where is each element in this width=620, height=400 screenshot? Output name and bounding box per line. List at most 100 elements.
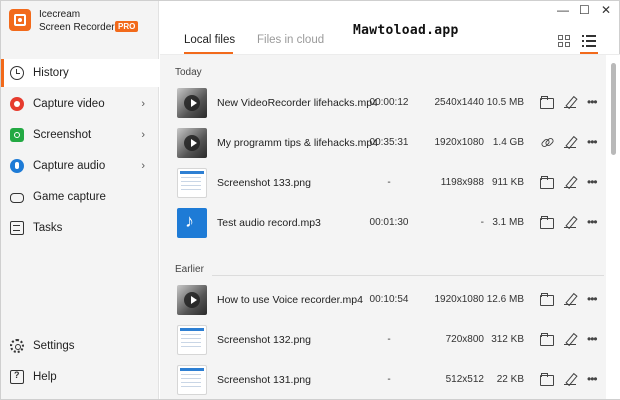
sidebar-item-help[interactable]: Help (1, 363, 159, 391)
edit-icon[interactable] (564, 293, 578, 305)
gear-icon (10, 339, 24, 353)
video-thumbnail (177, 285, 207, 315)
chevron-right-icon: › (141, 129, 145, 141)
more-options-icon[interactable]: ••• (587, 372, 601, 386)
sidebar-item-history[interactable]: History (1, 59, 159, 87)
sidebar-item-label: Game capture (33, 191, 106, 203)
sidebar-item-game-capture[interactable]: Game capture (1, 183, 159, 211)
folder-icon[interactable] (540, 96, 554, 109)
file-duration: - (387, 177, 391, 188)
edit-icon[interactable] (564, 96, 578, 108)
sidebar-item-label: Help (33, 371, 57, 383)
history-icon (10, 66, 24, 80)
file-duration: 00:35:31 (369, 137, 409, 148)
file-duration: 00:01:30 (369, 217, 409, 228)
file-name: New VideoRecorder lifehacks.mp4 (217, 97, 378, 109)
sidebar-item-label: Capture video (33, 98, 105, 110)
tab-files-in-cloud[interactable]: Files in cloud (257, 34, 324, 46)
watermark-text: Mawtoload.app (353, 23, 459, 38)
sidebar-item-label: Tasks (33, 222, 63, 234)
section-divider (212, 275, 604, 276)
edit-icon[interactable] (564, 333, 578, 345)
file-row[interactable]: Screenshot 131.png - 512x512 22 KB ••• (160, 361, 606, 399)
file-name: How to use Voice recorder.mp4 (217, 294, 363, 306)
file-list: Today New VideoRecorder lifehacks.mp4 00… (160, 55, 606, 399)
file-name: My programm tips & lifehacks.mp4 (217, 137, 379, 149)
sidebar-item-capture-video[interactable]: Capture video › (1, 90, 159, 118)
file-size: 22 KB (496, 374, 524, 385)
more-options-icon[interactable]: ••• (587, 175, 601, 189)
play-icon (191, 296, 197, 304)
sidebar: Icecream Screen Recorder PRO History Cap… (1, 1, 159, 399)
file-resolution: 2540x1440 (434, 97, 485, 108)
more-options-icon[interactable]: ••• (587, 95, 601, 109)
file-resolution: 720x800 (445, 334, 484, 345)
sidebar-item-label: History (33, 67, 69, 79)
brand-line2: Screen Recorder (39, 22, 115, 33)
edit-icon[interactable] (564, 216, 578, 228)
chevron-right-icon: › (141, 98, 145, 110)
video-thumbnail (177, 128, 207, 158)
sidebar-item-tasks[interactable]: Tasks (1, 214, 159, 242)
audio-thumbnail-icon (177, 208, 207, 238)
file-name: Test audio record.mp3 (217, 217, 321, 229)
minimize-button[interactable]: — (557, 3, 569, 17)
file-name: Screenshot 133.png (217, 177, 311, 189)
file-size: 3.1 MB (492, 217, 524, 228)
sidebar-item-label: Settings (33, 340, 75, 352)
file-duration: 00:10:54 (369, 294, 409, 305)
edit-icon[interactable] (564, 136, 578, 148)
file-row[interactable]: New VideoRecorder lifehacks.mp4 00:00:12… (160, 84, 606, 124)
file-row[interactable]: Screenshot 133.png - 1198x988 911 KB ••• (160, 164, 606, 204)
folder-icon[interactable] (540, 373, 554, 386)
maximize-button[interactable]: ☐ (579, 3, 590, 17)
folder-icon[interactable] (540, 176, 554, 189)
image-thumbnail (177, 365, 207, 395)
pro-badge: PRO (115, 21, 139, 32)
close-button[interactable]: ✕ (601, 3, 611, 17)
file-resolution: 1198x988 (440, 177, 484, 188)
folder-icon[interactable] (540, 293, 554, 306)
file-resolution: 512x512 (445, 374, 484, 385)
file-resolution: 1920x1080 (434, 294, 485, 305)
edit-icon[interactable] (564, 176, 578, 188)
sidebar-item-label: Screenshot (33, 129, 92, 141)
file-size: 312 KB (491, 334, 524, 345)
sidebar-item-capture-audio[interactable]: Capture audio › (1, 152, 159, 180)
file-row[interactable]: Screenshot 132.png - 720x800 312 KB ••• (160, 321, 606, 361)
grid-view-icon[interactable] (558, 35, 570, 47)
file-row[interactable]: Test audio record.mp3 00:01:30 - 3.1 MB … (160, 204, 606, 244)
link-icon[interactable] (540, 136, 554, 148)
edit-icon[interactable] (564, 373, 578, 385)
play-icon (191, 99, 197, 107)
file-size: 1.4 GB (492, 137, 524, 148)
image-thumbnail (177, 168, 207, 198)
more-options-icon[interactable]: ••• (587, 135, 601, 149)
gamepad-icon (10, 193, 24, 203)
folder-icon[interactable] (540, 216, 554, 229)
file-name: Screenshot 131.png (217, 374, 311, 386)
chevron-right-icon: › (141, 160, 145, 172)
sidebar-item-label: Capture audio (33, 160, 106, 172)
section-label-today: Today (175, 67, 202, 78)
more-options-icon[interactable]: ••• (587, 332, 601, 346)
more-options-icon[interactable]: ••• (587, 292, 601, 306)
video-thumbnail (177, 88, 207, 118)
scrollbar-thumb[interactable] (611, 63, 616, 155)
file-row[interactable]: How to use Voice recorder.mp4 00:10:54 1… (160, 281, 606, 321)
folder-icon[interactable] (540, 333, 554, 346)
sidebar-item-screenshot[interactable]: Screenshot › (1, 121, 159, 149)
file-row[interactable]: My programm tips & lifehacks.mp4 00:35:3… (160, 124, 606, 164)
app-logo-icon (9, 9, 31, 31)
brand-line1: Icecream (39, 9, 81, 20)
file-name: Screenshot 132.png (217, 334, 311, 346)
record-icon (10, 97, 24, 111)
app-window: Icecream Screen Recorder PRO History Cap… (0, 0, 620, 400)
more-options-icon[interactable]: ••• (587, 215, 601, 229)
file-size: 10.5 MB (486, 97, 524, 108)
sidebar-item-settings[interactable]: Settings (1, 332, 159, 360)
tab-local-files[interactable]: Local files (184, 34, 235, 46)
list-view-icon[interactable] (582, 34, 596, 47)
file-duration: - (387, 374, 391, 385)
tasks-icon (10, 221, 24, 235)
